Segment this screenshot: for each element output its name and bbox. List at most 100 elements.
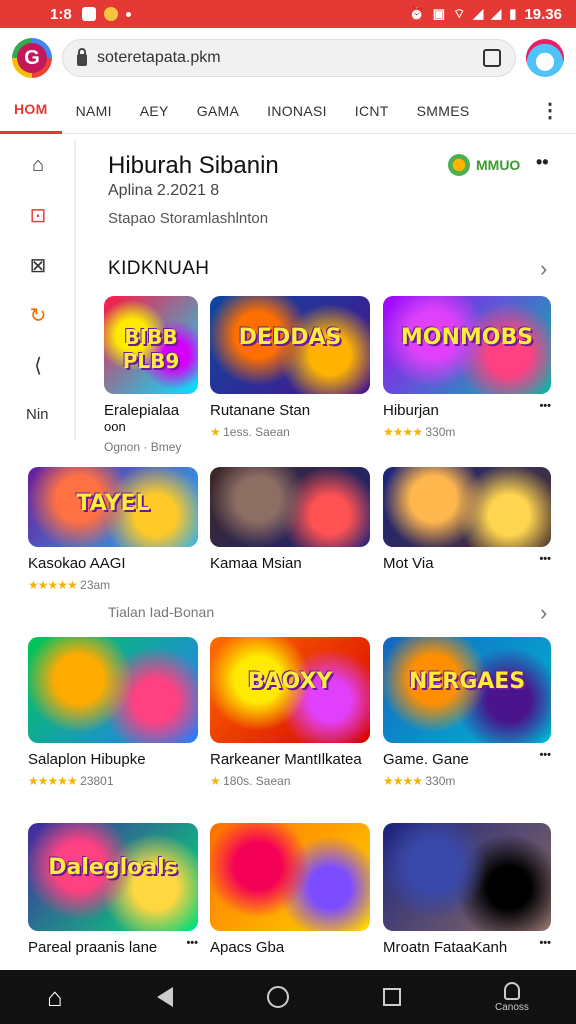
rating-stars: ★★★★ — [383, 774, 423, 788]
app-card[interactable]: NERGAES Game. Gane ★★★★ 330m ••• — [383, 637, 551, 788]
home-circle-icon[interactable] — [266, 986, 289, 1008]
app-name-line2: oon — [104, 419, 126, 434]
app-subtitle: Aplina 2.2021 8 — [108, 182, 220, 199]
app-meta: ★★★★★ 23am — [28, 578, 198, 592]
chevron-right-icon[interactable]: › — [540, 256, 547, 282]
home-nav-icon[interactable]: ⌂ — [47, 982, 63, 1013]
alarm-icon: ⏰ — [408, 6, 425, 21]
app-thumbnail[interactable] — [383, 467, 551, 547]
app-meta: ★ 1ess. Saean — [210, 425, 370, 439]
app-card[interactable]: Salaplon Hibupke ★★★★★ 23801 — [28, 637, 198, 788]
status-badge[interactable]: MMUO — [448, 154, 520, 176]
home-icon[interactable]: ⌂ — [0, 140, 76, 190]
tabs-icon[interactable] — [483, 49, 501, 67]
app-thumbnail[interactable] — [210, 467, 370, 547]
app-card[interactable]: DEDDAS Rutanane Stan ★ 1ess. Saean — [210, 296, 370, 439]
signal2-icon: ◢ — [491, 6, 502, 21]
chevron-right-icon-2[interactable]: › — [540, 600, 547, 626]
browser-logo-icon[interactable]: G — [12, 38, 52, 78]
app-name: Rutanane Stan — [210, 402, 311, 419]
app-thumbnail[interactable]: BAOXY — [210, 637, 370, 743]
meta-text: Ognon · Bmey — [104, 440, 182, 454]
rating-stars: ★ — [210, 425, 221, 439]
status-left-text: 1:8 — [50, 5, 72, 23]
url-text: soteretapata.pkm — [97, 49, 221, 66]
filter-icon[interactable]: ⊡ — [0, 190, 76, 240]
chart-icon[interactable]: ⊠ — [0, 240, 76, 290]
meta-text: 330m — [425, 425, 456, 439]
user-icon — [503, 981, 520, 1000]
app-card[interactable]: Mroatn FataaKanh ••• — [383, 823, 551, 956]
app-thumbnail[interactable]: BIBB PLB9 — [104, 296, 198, 394]
more-horiz-icon[interactable]: •• — [536, 152, 549, 173]
more-options-icon[interactable]: ••• — [539, 400, 551, 412]
app-thumbnail[interactable]: TAYEL — [28, 467, 198, 547]
app-name: Mot Via — [383, 555, 434, 572]
app-meta: ★★★★★ 23801 — [28, 774, 198, 788]
app-card[interactable]: BIBB PLB9 Eralepialaa oon Ognon · Bmey — [104, 296, 198, 454]
app-card[interactable]: Apacs Gba — [210, 823, 370, 956]
app-thumbnail[interactable]: MONMOBS — [383, 296, 551, 394]
app-name: Eralepialaa — [104, 402, 180, 419]
more-options-icon[interactable]: ••• — [186, 937, 198, 949]
app-card[interactable]: Kamaa Msian — [210, 467, 370, 572]
app-name: Pareal praanis lane — [28, 939, 158, 956]
app-card[interactable]: BAOXY Rarkeaner MantIlkatea ★ 180s. Saean — [210, 637, 370, 788]
section-subtitle: Tialan Iad-Bonan — [108, 604, 215, 620]
app-thumbnail[interactable] — [210, 823, 370, 931]
more-options-icon[interactable]: ••• — [539, 553, 551, 565]
app-meta: Ognon · Bmey — [104, 440, 198, 454]
wifi-icon: ⌔ — [453, 6, 466, 21]
user-nav[interactable]: Canoss — [495, 981, 529, 1013]
meta-text: 23801 — [80, 774, 114, 788]
recents-icon[interactable] — [382, 988, 401, 1006]
app-card[interactable]: MONMOBS Hiburjan ★★★★ 330m ••• — [383, 296, 551, 439]
sidebar-label[interactable]: Nin — [26, 406, 49, 423]
dot-icon — [125, 11, 131, 17]
thumbnail-title: BIBB PLB9 — [122, 325, 180, 373]
app-card[interactable]: TAYEL Kasokao AAGI ★★★★★ 23am — [28, 467, 198, 592]
thumbnail-title: BAOXY — [247, 669, 333, 694]
app-name: Kamaa Msian — [210, 555, 302, 572]
more-options-icon[interactable]: ••• — [539, 937, 551, 949]
refresh-icon[interactable]: ↻ — [0, 290, 76, 340]
status-time: 19.36 — [524, 5, 562, 23]
app-description: Stapao Storamlashlnton — [108, 210, 269, 227]
profile-avatar[interactable] — [526, 39, 564, 77]
app-name: Game. Gane — [383, 751, 469, 768]
app-thumbnail[interactable]: Dalegloals — [28, 823, 198, 931]
meta-text: 180s. Saean — [223, 774, 291, 788]
tab-hom[interactable]: HOM — [0, 88, 62, 134]
app-thumbnail[interactable] — [28, 637, 198, 743]
more-options-icon[interactable]: ••• — [539, 749, 551, 761]
app-name: Rarkeaner MantIlkatea — [210, 751, 362, 768]
battery-icon: ▮ — [509, 6, 517, 21]
tab-gama[interactable]: GAMA — [183, 88, 253, 134]
tab-icnt[interactable]: ICNT — [341, 88, 403, 134]
tab-inonasi[interactable]: INONASI — [253, 88, 341, 134]
back-icon[interactable] — [156, 987, 173, 1007]
tab-aey[interactable]: AEY — [126, 88, 183, 134]
app-thumbnail[interactable] — [383, 823, 551, 931]
thumbnail-title: NERGAES — [408, 669, 526, 694]
app-thumbnail[interactable]: NERGAES — [383, 637, 551, 743]
meta-text: 330m — [425, 774, 456, 788]
tab-nami[interactable]: NAMI — [62, 88, 126, 134]
rating-stars: ★★★★ — [383, 425, 423, 439]
app-name: Mroatn FataaKanh — [383, 939, 508, 956]
thumbnail-title: Dalegloals — [48, 855, 178, 880]
share-icon[interactable]: ⟨ — [0, 340, 76, 390]
app-name: Hiburjan — [383, 402, 439, 419]
app-thumbnail[interactable]: DEDDAS — [210, 296, 370, 394]
app-card[interactable]: Mot Via ••• — [383, 467, 551, 572]
browser-toolbar: G soteretapata.pkm — [0, 28, 576, 88]
status-bar: 1:8 ⏰ ▣ ⌔ ◢ ◢ ▮ 19.36 — [0, 0, 576, 28]
thumbnail-title: MONMOBS — [400, 325, 534, 350]
emoji-icon — [103, 7, 118, 21]
tab-smmes[interactable]: SMMES — [403, 88, 484, 134]
address-bar[interactable]: soteretapata.pkm — [62, 39, 516, 77]
signal-icon: ◢ — [473, 6, 484, 21]
app-card[interactable]: Dalegloals Pareal praanis lane ••• — [28, 823, 198, 956]
more-vert-icon[interactable]: ⋮ — [540, 98, 560, 123]
section-title: KIDKNUAH — [108, 258, 210, 279]
